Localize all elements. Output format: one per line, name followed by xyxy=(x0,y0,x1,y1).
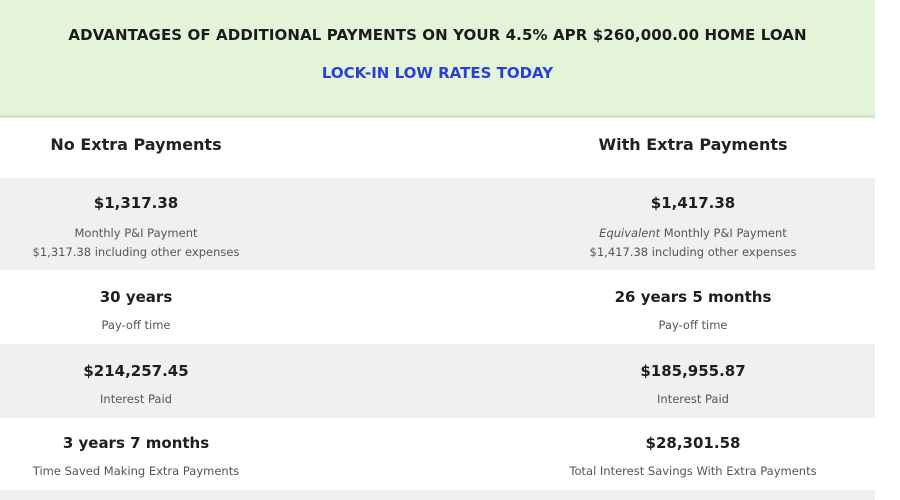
left-payoff-cell: 30 years Pay-off time xyxy=(0,288,272,335)
right-payoff-cell: 26 years 5 months Pay-off time xyxy=(511,288,875,335)
right-interest-savings-label: Total Interest Savings With Extra Paymen… xyxy=(569,464,817,478)
right-monthly-payment-note: $1,417.38 including other expenses xyxy=(589,245,797,259)
equivalent-emphasis: Equivalent xyxy=(599,226,661,240)
right-monthly-payment-value: $1,417.38 xyxy=(650,194,736,212)
right-monthly-payment-cell: $1,417.38 Equivalent Monthly P&I Payment… xyxy=(511,194,875,262)
savings-row: 3 years 7 months Time Saved Making Extra… xyxy=(0,418,875,490)
right-interest-savings-cell: $28,301.58 Total Interest Savings With E… xyxy=(511,434,875,481)
right-interest-savings-value: $28,301.58 xyxy=(645,434,741,452)
bottom-shaded-strip xyxy=(0,490,875,500)
header-banner: ADVANTAGES OF ADDITIONAL PAYMENTS ON YOU… xyxy=(0,0,875,118)
no-extra-payments-heading: No Extra Payments xyxy=(50,135,222,154)
with-extra-payments-heading: With Extra Payments xyxy=(598,135,788,154)
right-interest-value: $185,955.87 xyxy=(640,362,746,380)
right-interest-cell: $185,955.87 Interest Paid xyxy=(511,362,875,409)
left-interest-cell: $214,257.45 Interest Paid xyxy=(0,362,272,409)
monthly-payment-row: $1,317.38 Monthly P&I Payment $1,317.38 … xyxy=(0,178,875,270)
column-headings-row: No Extra Payments With Extra Payments xyxy=(0,118,875,178)
payoff-time-row: 30 years Pay-off time 26 years 5 months … xyxy=(0,270,875,344)
left-time-saved-cell: 3 years 7 months Time Saved Making Extra… xyxy=(0,434,272,481)
left-monthly-payment-cell: $1,317.38 Monthly P&I Payment $1,317.38 … xyxy=(0,194,272,262)
right-monthly-payment-label: Equivalent Monthly P&I Payment xyxy=(511,224,875,243)
lock-in-rates-link[interactable]: LOCK-IN LOW RATES TODAY xyxy=(0,64,875,82)
left-interest-value: $214,257.45 xyxy=(83,362,189,380)
left-time-saved-label: Time Saved Making Extra Payments xyxy=(32,464,240,478)
left-interest-label: Interest Paid xyxy=(100,392,172,406)
loan-comparison-panel: ADVANTAGES OF ADDITIONAL PAYMENTS ON YOU… xyxy=(0,0,875,500)
right-payoff-label: Pay-off time xyxy=(658,318,728,332)
left-monthly-payment-label: Monthly P&I Payment xyxy=(74,226,198,240)
left-payoff-value: 30 years xyxy=(99,288,173,306)
left-monthly-payment-note: $1,317.38 including other expenses xyxy=(32,245,240,259)
left-monthly-payment-value: $1,317.38 xyxy=(93,194,179,212)
right-interest-label: Interest Paid xyxy=(657,392,729,406)
right-payoff-value: 26 years 5 months xyxy=(614,288,772,306)
right-monthly-payment-label-text: Monthly P&I Payment xyxy=(660,226,787,240)
left-payoff-label: Pay-off time xyxy=(101,318,171,332)
banner-title: ADVANTAGES OF ADDITIONAL PAYMENTS ON YOU… xyxy=(68,26,807,44)
interest-paid-row: $214,257.45 Interest Paid $185,955.87 In… xyxy=(0,344,875,418)
left-time-saved-value: 3 years 7 months xyxy=(62,434,210,452)
